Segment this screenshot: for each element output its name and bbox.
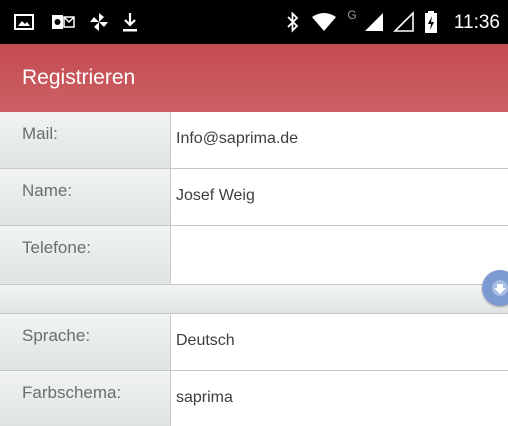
sprache-label: Sprache: [22,326,91,345]
telefone-field[interactable] [171,226,508,284]
page-title: Registrieren [22,66,136,89]
name-field[interactable]: Josef Weig [171,169,508,225]
signal-empty-icon [392,0,416,44]
sprache-value: Deutsch [176,332,235,349]
name-value: Josef Weig [176,187,255,204]
wifi-icon [310,0,338,44]
arrow-down-icon [492,280,508,296]
sprache-row: Sprache: Deutsch [0,314,508,370]
outlook-icon [50,0,76,44]
mail-row: Mail: Info@saprima.de [0,112,508,168]
pinwheel-icon [86,0,112,44]
sprache-select[interactable]: Deutsch [171,314,508,370]
image-icon [12,0,36,44]
mail-field[interactable]: Info@saprima.de [171,112,508,168]
app-bar: Registrieren [0,44,508,112]
name-row: Name: Josef Weig [0,169,508,225]
mail-label: Mail: [22,124,58,143]
farbschema-select[interactable]: saprima [171,371,508,426]
bluetooth-icon [284,0,302,44]
clock: 11:36 [453,12,500,33]
status-bar: G 11:36 [0,0,508,44]
telefone-label: Telefone: [22,238,91,257]
telefone-row: Telefone: [0,226,508,284]
name-label: Name: [22,181,73,200]
section-gap [0,285,508,313]
farbschema-label: Farbschema: [22,383,122,402]
battery-charging-icon [422,0,440,44]
download-icon [118,0,142,44]
mail-value: Info@saprima.de [176,130,299,147]
signal-full-icon [362,0,386,44]
farbschema-value: saprima [176,389,233,406]
farbschema-row: Farbschema: saprima [0,371,508,426]
network-g-icon: G [347,8,357,22]
